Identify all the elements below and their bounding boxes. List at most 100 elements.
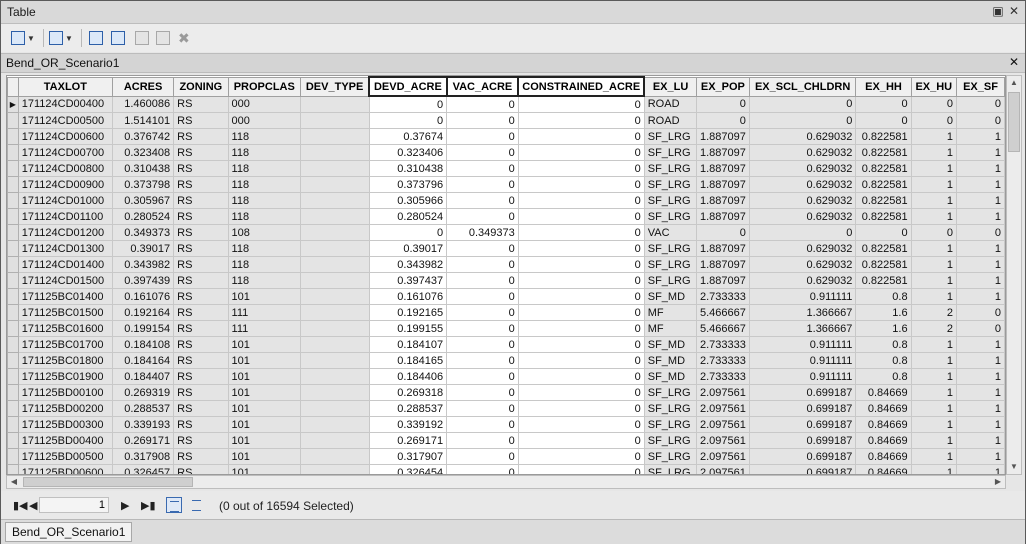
cell-ex-pop[interactable]: 1.887097 [695,272,750,289]
table-row[interactable]: 171125BD00200 0.288537 RS 101 0.288537 0 0 SF_L… [7,400,1005,417]
cell-propclas[interactable]: 101 [227,448,302,465]
cell-ex-hu[interactable]: 1 [910,208,957,225]
column-header-ex-hh[interactable]: EX_HH [855,76,912,97]
table-row[interactable]: 171124CD01500 0.397439 RS 118 0.397437 0 0 SF_L… [7,272,1005,289]
cell-ex-scl-chldrn[interactable]: 0.629032 [748,176,857,193]
cell-acres[interactable]: 0.184407 [112,368,175,385]
cell-acres[interactable]: 0.199154 [112,320,175,337]
cell-propclas[interactable]: 118 [227,256,302,273]
cell-propclas[interactable]: 108 [227,224,302,241]
cell-vac-acre[interactable]: 0 [446,400,519,417]
cell-propclas[interactable]: 118 [227,160,302,177]
cell-ex-pop[interactable]: 0 [695,112,750,129]
cell-acres[interactable]: 0.349373 [112,224,175,241]
cell-zoning[interactable]: RS [173,128,229,145]
cell-taxlot[interactable]: 171125BC01400 [17,288,114,305]
cell-ex-sf[interactable]: 0 [955,95,1005,113]
cell-zoning[interactable]: RS [173,352,229,369]
cell-acres[interactable]: 0.184108 [112,336,175,353]
column-header-propclas[interactable]: PROPCLAS [227,76,302,97]
cell-taxlot[interactable]: 171124CD01100 [17,208,114,225]
cell-propclas[interactable]: 118 [227,240,302,257]
table-row[interactable]: 171125BD00300 0.339193 RS 101 0.339192 0 0 SF_L… [7,416,1005,433]
row-selector[interactable] [7,112,19,129]
cell-zoning[interactable]: RS [173,464,229,474]
cell-ex-pop[interactable]: 2.733333 [695,336,750,353]
cell-propclas[interactable]: 111 [227,320,302,337]
scroll-left-icon[interactable]: ◀ [7,476,21,488]
cell-ex-hh[interactable]: 0.822581 [855,128,912,145]
cell-ex-lu[interactable]: SF_LRG [643,144,697,161]
cell-ex-hh[interactable]: 0.822581 [855,192,912,209]
cell-ex-sf[interactable]: 1 [955,208,1005,225]
cell-constrained-acre[interactable]: 0 [517,432,645,449]
cell-taxlot[interactable]: 171124CD01400 [17,256,114,273]
row-selector[interactable] [7,128,19,145]
cell-ex-sf[interactable]: 1 [955,368,1005,385]
cell-propclas[interactable]: 101 [227,368,302,385]
cell-ex-hh[interactable]: 0.822581 [855,160,912,177]
cell-ex-hh[interactable]: 0 [855,112,912,129]
row-selector[interactable] [7,224,19,241]
cell-ex-hu[interactable]: 1 [910,288,957,305]
cell-constrained-acre[interactable]: 0 [517,176,645,193]
cell-acres[interactable]: 0.280524 [112,208,175,225]
zoom-to-selected-button[interactable] [156,30,170,46]
cell-ex-pop[interactable]: 2.097561 [695,432,750,449]
cell-devd-acre[interactable]: 0 [368,224,448,241]
cell-ex-scl-chldrn[interactable]: 0.699187 [748,416,857,433]
cell-zoning[interactable]: RS [173,304,229,321]
cell-ex-scl-chldrn[interactable]: 0.699187 [748,448,857,465]
cell-ex-hu[interactable]: 1 [910,384,957,401]
cell-dev-type[interactable] [300,464,370,474]
cell-constrained-acre[interactable]: 0 [517,400,645,417]
table-row[interactable]: 171125BC01600 0.199154 RS 111 0.199155 0 0 MF 5.… [7,320,1005,337]
cell-dev-type[interactable] [300,160,370,177]
cell-acres[interactable]: 0.376742 [112,128,175,145]
cell-dev-type[interactable] [300,272,370,289]
horizontal-scroll-thumb[interactable] [23,477,193,487]
vertical-scroll-thumb[interactable] [1008,92,1020,152]
scroll-right-icon[interactable]: ▶ [991,476,1005,488]
cell-ex-lu[interactable]: VAC [643,224,697,241]
cell-taxlot[interactable]: 171124CD00600 [17,128,114,145]
cell-zoning[interactable]: RS [173,448,229,465]
cell-devd-acre[interactable]: 0.184165 [368,352,448,369]
cell-ex-lu[interactable]: SF_LRG [643,192,697,209]
column-header-dev-type[interactable]: DEV_TYPE [300,76,370,97]
cell-zoning[interactable]: RS [173,112,229,129]
delete-selected-icon[interactable]: ✖ [178,30,190,46]
cell-vac-acre[interactable]: 0 [446,208,519,225]
cell-acres[interactable]: 0.288537 [112,400,175,417]
cell-ex-pop[interactable]: 2.097561 [695,400,750,417]
cell-constrained-acre[interactable]: 0 [517,95,645,113]
table-row[interactable]: ▶ 171124CD00400 1.460086 RS 000 0 0 0 ROAD 0 0 0 0 0 [7,95,1005,113]
cell-ex-lu[interactable]: ROAD [643,112,697,129]
column-header-ex-hu[interactable]: EX_HU [910,76,957,97]
cell-devd-acre[interactable]: 0.288537 [368,400,448,417]
cell-ex-pop[interactable]: 2.733333 [695,368,750,385]
cell-constrained-acre[interactable]: 0 [517,208,645,225]
cell-devd-acre[interactable]: 0.317907 [368,448,448,465]
cell-constrained-acre[interactable]: 0 [517,256,645,273]
cell-dev-type[interactable] [300,192,370,209]
cell-ex-scl-chldrn[interactable]: 0 [748,95,857,113]
cell-acres[interactable]: 0.184164 [112,352,175,369]
cell-acres[interactable]: 1.514101 [112,112,175,129]
cell-dev-type[interactable] [300,448,370,465]
cell-dev-type[interactable] [300,352,370,369]
cell-propclas[interactable]: 000 [227,95,302,113]
cell-ex-sf[interactable]: 1 [955,256,1005,273]
cell-propclas[interactable]: 118 [227,128,302,145]
cell-ex-lu[interactable]: SF_LRG [643,384,697,401]
cell-constrained-acre[interactable]: 0 [517,240,645,257]
cell-dev-type[interactable] [300,336,370,353]
cell-ex-hu[interactable]: 1 [910,368,957,385]
row-selector[interactable] [7,144,19,161]
row-selector[interactable] [7,304,19,321]
cell-taxlot[interactable]: 171125BC01900 [17,368,114,385]
cell-ex-scl-chldrn[interactable]: 0.699187 [748,464,857,474]
table-row[interactable]: 171125BC01700 0.184108 RS 101 0.184107 0 0 SF_M… [7,336,1005,353]
cell-ex-hu[interactable]: 1 [910,144,957,161]
cell-ex-pop[interactable]: 1.887097 [695,208,750,225]
